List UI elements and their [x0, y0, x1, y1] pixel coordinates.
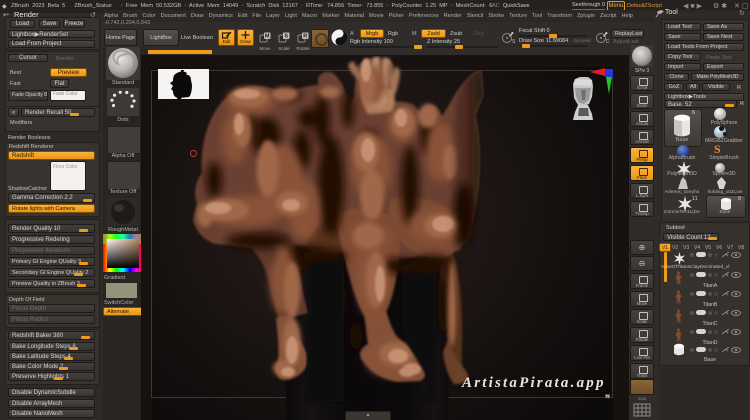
svg-text:M: M — [265, 34, 270, 40]
svg-text:R: R — [303, 34, 307, 40]
svg-text:D: D — [606, 39, 609, 44]
svg-text:S: S — [512, 39, 515, 44]
svg-text:S: S — [284, 34, 288, 40]
